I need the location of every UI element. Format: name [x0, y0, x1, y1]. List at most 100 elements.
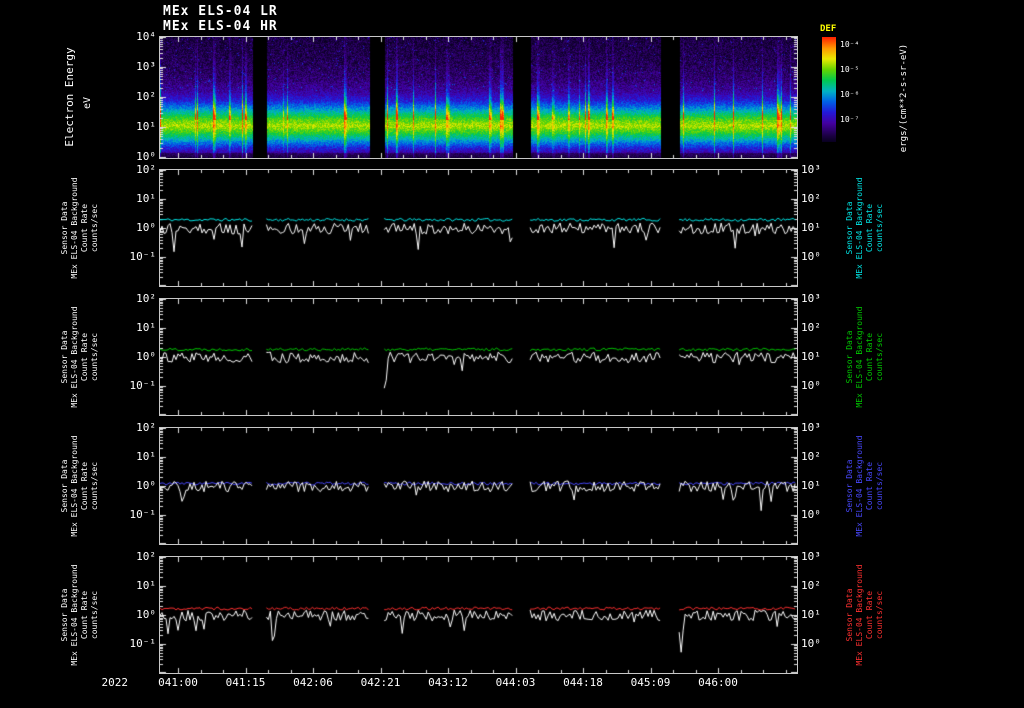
count-rate-panel-2-ytick-right: 10⁰ — [801, 379, 821, 392]
count-rate-panel-3-ytick-right: 10³ — [801, 421, 821, 434]
count-rate-panel-3-frame — [159, 427, 798, 545]
colorbar-tick: 10⁻⁷ — [840, 115, 860, 124]
count-rate-panel-4-ytick-right: 10² — [801, 579, 821, 592]
count-rate-panel-3-right-label-line: Count Rate — [865, 461, 874, 511]
spectrogram-yunit-label: eV — [82, 96, 93, 110]
count-rate-panel-4-right-label-line: Sensor Data — [845, 588, 854, 642]
count-rate-panel-2-ylabel-line: MEx ELS-04 Background — [70, 306, 79, 408]
count-rate-panel-1-ytick-right: 10¹ — [801, 221, 821, 234]
count-rate-panel-2-right-label: Sensor Data MEx ELS-04 Background Count Ra… — [845, 299, 885, 415]
spectrogram-ytick: 10³ — [136, 60, 156, 73]
count-rate-panel-2-ytick-right: 10² — [801, 321, 821, 334]
count-rate-panel-3-ylabel-line: MEx ELS-04 Background — [70, 435, 79, 537]
count-rate-panel-1-ylabel-line: Count Rate — [80, 203, 89, 253]
count-rate-panel-1-ylabel: Sensor Data MEx ELS-04 Background Count Ra… — [60, 170, 100, 286]
count-rate-panel-1-right-label: Sensor Data MEx ELS-04 Background Count Ra… — [845, 170, 885, 286]
count-rate-panel-1-ytick-right: 10⁰ — [801, 250, 821, 263]
count-rate-panel-2-ylabel-line: Count Rate — [80, 332, 89, 382]
count-rate-panel-2-ytick-left: 10⁻¹ — [129, 379, 157, 392]
count-rate-panel-1-ytick-left: 10⁻¹ — [129, 250, 157, 263]
colorbar-tick: 10⁻⁴ — [840, 40, 860, 49]
count-rate-panel-1-ytick-left: 10² — [136, 163, 156, 176]
count-rate-panel-4-ytick-left: 10² — [136, 550, 156, 563]
spectrogram-frame — [159, 36, 798, 159]
count-rate-panel-1-right-label-line: Sensor Data — [845, 201, 854, 255]
count-rate-panel-1-ylabel-line: MEx ELS-04 Background — [70, 177, 79, 279]
count-rate-panel-3-right-label-line: MEx ELS-04 Background — [855, 435, 864, 537]
count-rate-panel-2-right-label-line: counts/sec — [875, 332, 884, 382]
spectrogram-ytick: 10² — [136, 90, 156, 103]
count-rate-panel-4-canvas — [160, 557, 797, 673]
xaxis-year-label: 2022 — [101, 676, 129, 689]
count-rate-panel-4-ylabel-line: Sensor Data — [60, 588, 69, 642]
count-rate-panel-2-canvas — [160, 299, 797, 415]
count-rate-panel-2-ytick-right: 10³ — [801, 292, 821, 305]
count-rate-panel-2-frame — [159, 298, 798, 416]
spectrogram-ytick: 10⁰ — [136, 150, 156, 163]
count-rate-panel-1-right-label-line: Count Rate — [865, 203, 874, 253]
count-rate-panel-3-ytick-left: 10⁰ — [136, 479, 156, 492]
count-rate-panel-3-right-label-line: Sensor Data — [845, 459, 854, 513]
count-rate-panel-1-ytick-left: 10⁰ — [136, 221, 156, 234]
colorbar — [822, 37, 836, 142]
count-rate-panel-4-frame — [159, 556, 798, 674]
count-rate-panel-4-ytick-right: 10⁰ — [801, 637, 821, 650]
count-rate-panel-3-ylabel-line: Count Rate — [80, 461, 89, 511]
count-rate-panel-4-right-label: Sensor Data MEx ELS-04 Background Count Ra… — [845, 557, 885, 673]
count-rate-panel-1-canvas — [160, 170, 797, 286]
count-rate-panel-4-right-label-line: MEx ELS-04 Background — [855, 564, 864, 666]
colorbar-units-label: ergs/(cm**2-s-sr-eV) — [899, 43, 909, 153]
count-rate-panel-3-ylabel-line: counts/sec — [90, 461, 99, 511]
xaxis-tick-label: 042:21 — [360, 676, 401, 689]
count-rate-panel-3-canvas — [160, 428, 797, 544]
spectrogram-canvas — [160, 37, 797, 158]
plot-title-hr: MEx ELS-04 HR — [163, 19, 278, 34]
count-rate-panel-4-ytick-right: 10¹ — [801, 608, 821, 621]
count-rate-panel-3-ytick-right: 10² — [801, 450, 821, 463]
count-rate-panel-4-ytick-left: 10¹ — [136, 579, 156, 592]
xaxis-tick-label: 046:00 — [698, 676, 738, 689]
count-rate-panel-3-ylabel: Sensor Data MEx ELS-04 Background Count Ra… — [60, 428, 100, 544]
xaxis-tick-label: 044:03 — [495, 676, 536, 689]
xaxis-tick-label: 043:12 — [428, 676, 468, 689]
count-rate-panel-3-ytick-right: 10¹ — [801, 479, 821, 492]
count-rate-panel-1-ytick-left: 10¹ — [136, 192, 156, 205]
xaxis-tick-label: 044:18 — [563, 676, 603, 689]
count-rate-panel-1-right-label-line: MEx ELS-04 Background — [855, 177, 864, 279]
count-rate-panel-3-ytick-left: 10¹ — [136, 450, 156, 463]
count-rate-panel-4-right-label-line: Count Rate — [865, 590, 874, 640]
count-rate-panel-1-ytick-right: 10² — [801, 192, 821, 205]
count-rate-panel-2-right-label-line: MEx ELS-04 Background — [855, 306, 864, 408]
plot-title-lr: MEx ELS-04 LR — [163, 4, 278, 19]
count-rate-panel-3-ytick-right: 10⁰ — [801, 508, 821, 521]
count-rate-panel-4-ytick-left: 10⁻¹ — [129, 637, 157, 650]
xaxis-tick-label: 041:00 — [158, 676, 198, 689]
count-rate-panel-2-ylabel-line: Sensor Data — [60, 330, 69, 384]
count-rate-panel-2-ylabel-line: counts/sec — [90, 332, 99, 382]
count-rate-panel-1-ytick-right: 10³ — [801, 163, 821, 176]
colorbar-tick: 10⁻⁶ — [840, 90, 860, 99]
count-rate-panel-4-ylabel-line: Count Rate — [80, 590, 89, 640]
count-rate-panel-1-right-label-line: counts/sec — [875, 203, 884, 253]
count-rate-panel-2-right-label-line: Count Rate — [865, 332, 874, 382]
count-rate-panel-4-ylabel-line: counts/sec — [90, 590, 99, 640]
count-rate-panel-3-right-label-line: counts/sec — [875, 461, 884, 511]
count-rate-panel-2-ytick-left: 10² — [136, 292, 156, 305]
count-rate-panel-2-ylabel: Sensor Data MEx ELS-04 Background Count Ra… — [60, 299, 100, 415]
count-rate-panel-1-frame — [159, 169, 798, 287]
count-rate-panel-2-right-label-line: Sensor Data — [845, 330, 854, 384]
count-rate-panel-3-ylabel-line: Sensor Data — [60, 459, 69, 513]
count-rate-panel-2-ytick-left: 10⁰ — [136, 350, 156, 363]
count-rate-panel-4-ylabel-line: MEx ELS-04 Background — [70, 564, 79, 666]
xaxis-tick-label: 041:15 — [225, 676, 266, 689]
count-rate-panel-2-ytick-left: 10¹ — [136, 321, 156, 334]
colorbar-tick: 10⁻⁵ — [840, 65, 860, 74]
xaxis-tick-label: 045:09 — [630, 676, 671, 689]
spectrogram-ylabel: Electron Energy — [63, 47, 76, 147]
count-rate-panel-4-ylabel: Sensor Data MEx ELS-04 Background Count Ra… — [60, 557, 100, 673]
spectrogram-ytick: 10¹ — [136, 120, 156, 133]
count-rate-panel-4-ytick-left: 10⁰ — [136, 608, 156, 621]
count-rate-panel-4-ytick-right: 10³ — [801, 550, 821, 563]
count-rate-panel-4-right-label-line: counts/sec — [875, 590, 884, 640]
count-rate-panel-3-ytick-left: 10⁻¹ — [129, 508, 157, 521]
